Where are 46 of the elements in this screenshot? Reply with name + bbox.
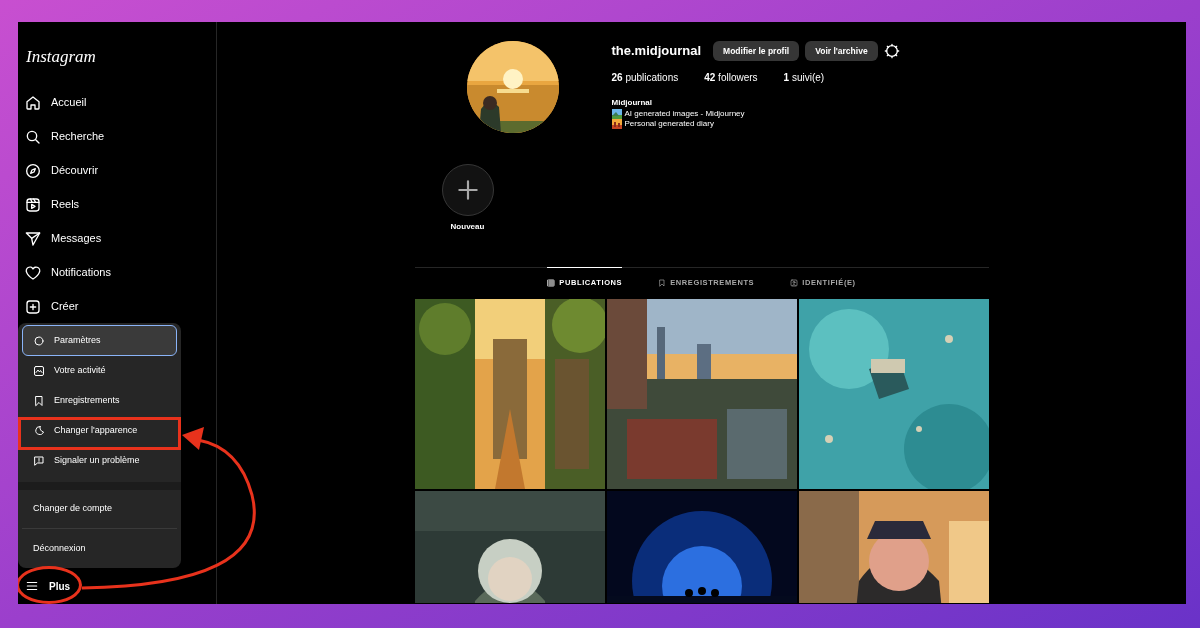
grid-icon (547, 278, 556, 287)
reels-icon (25, 196, 41, 213)
menu-icon (25, 579, 39, 593)
tag-icon (790, 278, 799, 287)
settings-icon (33, 334, 45, 347)
profile-stat[interactable]: 26 publications (611, 70, 679, 85)
compass-icon (25, 162, 41, 179)
nav-item[interactable]: Accueil (25, 85, 216, 120)
nav-item[interactable]: Notifications (25, 255, 216, 290)
search-icon (25, 128, 41, 145)
landscape-icon (611, 119, 622, 129)
report-icon (33, 454, 45, 467)
profile-button[interactable]: Voir l'archive (805, 41, 878, 61)
profile-stat[interactable]: 1 suivi(e) (783, 70, 825, 85)
instagram-logo[interactable]: Instagram (25, 44, 216, 70)
moon-icon (33, 424, 45, 437)
send-icon (25, 230, 41, 247)
menu-item[interactable]: Signaler un problème (22, 445, 177, 476)
nav-item[interactable]: Créer (25, 289, 216, 324)
profile-button[interactable]: Modifier le profil (713, 41, 800, 61)
nav-item[interactable]: Découvrir (25, 153, 216, 188)
home-icon (25, 94, 41, 111)
nav-item[interactable]: Reels (25, 187, 216, 222)
heart-icon (25, 264, 41, 281)
bio-line: AI generated images - Midjourney (624, 108, 745, 120)
more-button[interactable]: Plus (25, 575, 71, 597)
landscape-icon (611, 109, 622, 119)
nav-item[interactable]: Recherche (25, 119, 216, 154)
bio-line: Personal generated diary (624, 118, 714, 130)
plus-icon (25, 298, 41, 315)
story-label: Nouveau (450, 221, 485, 233)
bookmark-icon (658, 278, 667, 287)
bookmark-icon (33, 395, 45, 407)
nav-item[interactable]: Messages (25, 221, 216, 256)
bio-name: Midjournal (611, 97, 653, 109)
menu-item[interactable]: Déconnexion (18, 529, 181, 569)
menu-item[interactable]: Changer l'apparence (22, 416, 177, 446)
highlight-ellipse (18, 566, 82, 604)
profile-stat[interactable]: 42 followers (704, 70, 758, 85)
menu-item[interactable]: Enregistrements (22, 386, 177, 416)
activity-icon (33, 365, 45, 377)
menu-item[interactable]: Paramètres (22, 325, 177, 356)
menu-item[interactable]: Changer de compte (18, 489, 181, 529)
settings-icon (883, 43, 900, 59)
username: the.midjournal (611, 42, 702, 61)
menu-item[interactable]: Votre activité (22, 356, 177, 386)
